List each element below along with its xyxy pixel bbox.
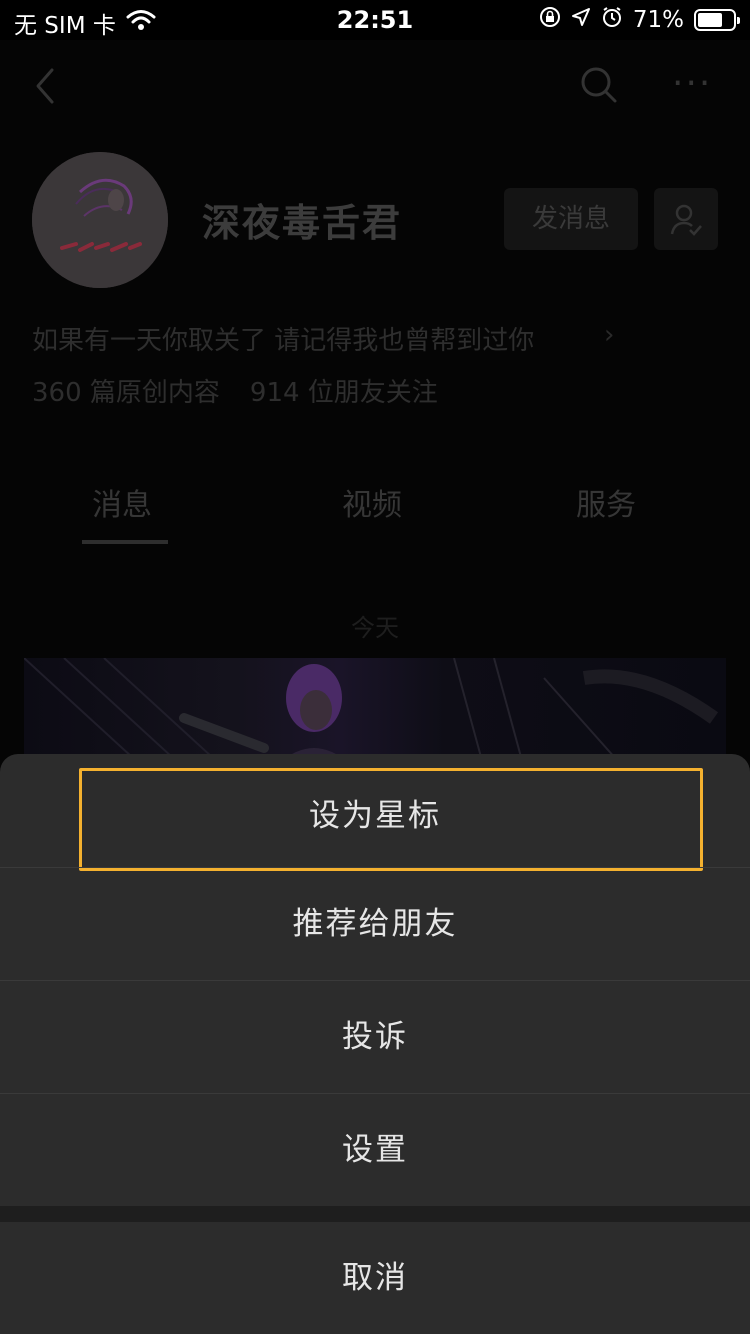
action-sheet: 设为星标 推荐给朋友 投诉 设置 取消 <box>0 754 750 1334</box>
settings-button[interactable]: 设置 <box>0 1094 750 1206</box>
date-label: 今天 <box>351 614 399 642</box>
navigation-bar: ··· <box>0 40 750 128</box>
search-icon[interactable] <box>578 64 618 104</box>
account-stats: 360 篇原创内容 914 位朋友关注 <box>32 372 438 409</box>
set-star-button[interactable]: 设为星标 <box>0 760 750 872</box>
battery-icon <box>694 9 740 31</box>
posts-count: 360 篇原创内容 <box>32 378 220 408</box>
more-icon[interactable]: ··· <box>672 66 716 102</box>
avatar[interactable] <box>32 152 168 288</box>
location-icon <box>571 7 591 33</box>
followed-status-button[interactable] <box>654 188 718 250</box>
cancel-button[interactable]: 取消 <box>0 1222 750 1334</box>
sheet-separator <box>0 1206 750 1222</box>
send-message-button[interactable]: 发消息 <box>504 188 638 250</box>
orientation-lock-icon <box>539 6 561 34</box>
report-button[interactable]: 投诉 <box>0 981 750 1093</box>
tab-messages[interactable]: 消息 <box>92 480 152 524</box>
chevron-right-icon: › <box>604 320 615 350</box>
alarm-icon <box>601 6 623 34</box>
followers-count: 914 位朋友关注 <box>249 378 438 408</box>
user-check-icon <box>670 204 702 236</box>
tab-videos[interactable]: 视频 <box>342 480 402 524</box>
active-tab-indicator <box>82 540 168 544</box>
back-icon[interactable] <box>30 66 60 106</box>
recommend-to-friend-button[interactable]: 推荐给朋友 <box>0 868 750 980</box>
status-bar: 无 SIM 卡 22:51 71% <box>0 0 750 40</box>
account-bio[interactable]: 如果有一天你取关了 请记得我也曾帮到过你 <box>32 320 534 357</box>
article-cover-image[interactable] <box>24 658 726 768</box>
tab-services[interactable]: 服务 <box>576 480 636 524</box>
account-name: 深夜毒舌君 <box>202 201 403 245</box>
battery-percent: 71% <box>632 7 684 33</box>
